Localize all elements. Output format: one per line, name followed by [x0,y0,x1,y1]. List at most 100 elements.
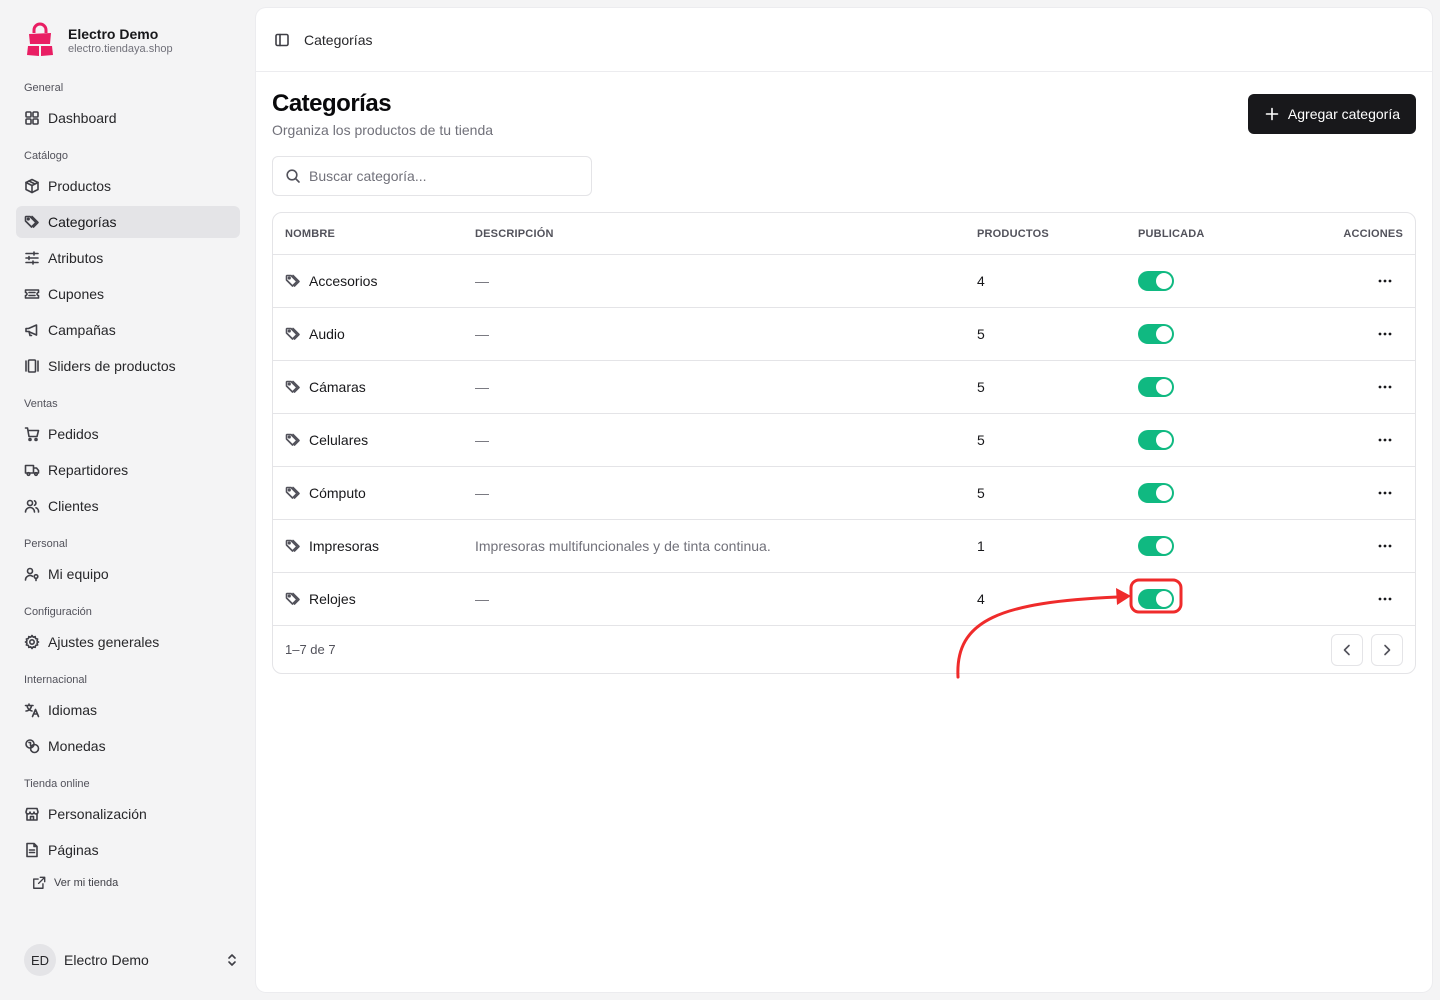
main-panel: Categorías Categorías Organiza los produ… [256,8,1432,992]
sidebar-item-paginas[interactable]: Páginas [16,834,240,866]
brand[interactable]: Electro Demo electro.tiendaya.shop [24,22,173,58]
view-store-label: Ver mi tienda [54,877,119,889]
add-category-button[interactable]: Agregar categoría [1247,94,1416,134]
sliders-icon [25,251,39,265]
sidebar-item-label: Sliders de productos [48,358,176,374]
sidebar-item-atributos[interactable]: Atributos [16,242,240,274]
row-actions-button[interactable] [1371,320,1399,348]
sidebar-item-categorias[interactable]: Categorías [16,206,240,238]
row-actions-button[interactable] [1371,585,1399,613]
category-product-count: 4 [977,591,985,607]
sidebar-item-clientes[interactable]: Clientes [16,490,240,522]
published-toggle[interactable] [1138,536,1174,556]
category-name: Cómputo [309,485,366,501]
view-store-link[interactable]: Ver mi tienda [16,872,240,894]
published-cell [1138,467,1174,519]
sidebar-item-ajustes[interactable]: Ajustes generales [16,626,240,658]
sidebar-toggle-icon[interactable] [274,32,290,48]
sidebar-item-dashboard[interactable]: Dashboard [16,102,240,134]
row-actions-button[interactable] [1371,479,1399,507]
categories-table: NOMBRE DESCRIPCIÓN PRODUCTOS PUBLICADA A… [272,212,1416,674]
user-key-icon [24,567,39,582]
actions-cell [1371,414,1399,466]
published-toggle[interactable] [1138,377,1174,397]
published-toggle[interactable] [1138,483,1174,503]
sidebar-item-label: Clientes [48,498,99,514]
translate-icon [24,703,40,718]
actions-cell [1371,520,1399,572]
row-actions-button[interactable] [1371,426,1399,454]
table-row[interactable]: Impresoras Impresoras multifuncionales y… [273,520,1415,573]
more-horizontal-icon [1378,491,1392,495]
row-actions-button[interactable] [1371,532,1399,560]
category-name: Impresoras [309,538,380,554]
category-name-cell: Accesorios [285,255,377,307]
previous-page-button[interactable] [1331,634,1363,666]
category-name: Relojes [309,591,356,607]
sidebar-item-repartidores[interactable]: Repartidores [16,454,240,486]
sidebar-item-cupones[interactable]: Cupones [16,278,240,310]
published-cell [1138,255,1174,307]
sidebar-item-monedas[interactable]: Monedas [16,730,240,762]
tag-icon [285,380,300,393]
sidebar-item-campanas[interactable]: Campañas [16,314,240,346]
sidebar-nav: General Dashboard Catálogo Productos Cat… [16,78,240,894]
category-description: — [475,432,489,448]
table-row[interactable]: Cómputo — 5 [273,467,1415,520]
brand-url: electro.tiendaya.shop [68,43,173,55]
row-actions-button[interactable] [1371,267,1399,295]
more-horizontal-icon [1378,544,1392,548]
user-menu[interactable]: ED Electro Demo [24,942,240,978]
sidebar-item-label: Atributos [48,250,104,266]
sidebar-item-label: Pedidos [48,426,99,442]
search-input[interactable] [309,168,579,184]
nav-gap [16,386,240,394]
table-row[interactable]: Celulares — 5 [273,414,1415,467]
column-header-products: PRODUCTOS [977,227,1049,240]
column-header-description: DESCRIPCIÓN [475,227,554,240]
row-actions-button[interactable] [1371,373,1399,401]
sidebar-item-mi-equipo[interactable]: Mi equipo [16,558,240,590]
category-name: Audio [309,326,345,342]
plus-icon [1265,107,1279,121]
sidebar: Electro Demo electro.tiendaya.shop Gener… [0,0,256,1000]
sidebar-item-productos[interactable]: Productos [16,170,240,202]
table-row[interactable]: Accesorios — 4 [273,255,1415,308]
sidebar-item-personalizacion[interactable]: Personalización [16,798,240,830]
avatar: ED [24,944,56,976]
published-toggle[interactable] [1138,271,1174,291]
column-header-published: PUBLICADA [1138,227,1205,240]
sidebar-item-idiomas[interactable]: Idiomas [16,694,240,726]
search-box[interactable] [272,156,592,196]
published-cell [1138,520,1174,572]
cart-icon [24,427,40,442]
more-horizontal-icon [1378,332,1392,336]
add-category-label: Agregar categoría [1287,106,1400,122]
sidebar-item-label: Categorías [48,214,117,230]
published-toggle-relojes[interactable] [1138,589,1174,609]
table-row[interactable]: Cámaras — 5 [273,361,1415,414]
category-description: — [475,326,489,342]
nav-gap [16,766,240,774]
chevron-left-icon [1343,644,1350,656]
published-toggle[interactable] [1138,430,1174,450]
store-icon [25,807,39,821]
chevron-up-down-icon [228,954,236,966]
category-name: Cámaras [309,379,366,395]
tag-icon [285,274,300,287]
category-name-cell: Relojes [285,573,356,625]
sidebar-item-pedidos[interactable]: Pedidos [16,418,240,450]
box-icon [25,178,39,194]
breadcrumb: Categorías [304,31,373,48]
page-subtitle: Organiza los productos de tu tienda [272,122,494,138]
next-page-button[interactable] [1371,634,1403,666]
topbar: Categorías [256,8,1432,72]
published-toggle[interactable] [1138,324,1174,344]
sidebar-item-label: Campañas [48,322,116,338]
table-row[interactable]: Relojes — 4 [273,573,1415,626]
more-horizontal-icon [1378,279,1392,283]
sidebar-item-sliders[interactable]: Sliders de productos [16,350,240,382]
table-row[interactable]: Audio — 5 [273,308,1415,361]
category-name: Accesorios [309,273,378,289]
actions-cell [1371,308,1399,360]
